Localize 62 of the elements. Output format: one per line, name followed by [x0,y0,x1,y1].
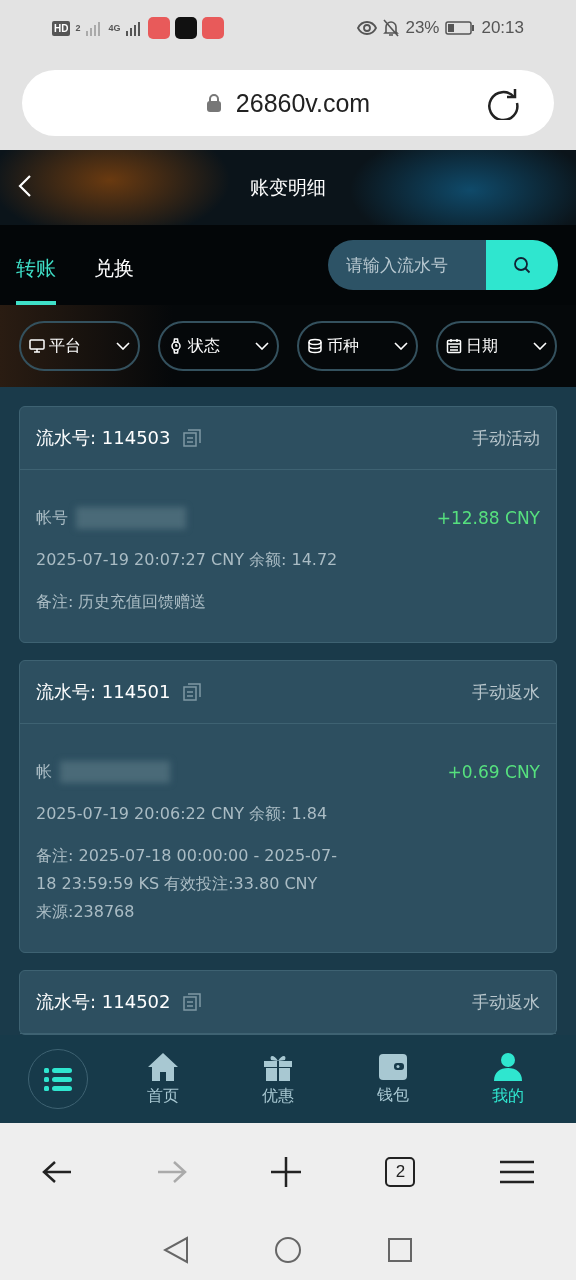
nav-item[interactable]: 我的 [468,1051,549,1107]
search-button[interactable] [486,240,558,290]
filter-dropdown[interactable]: 状态 [158,321,279,371]
account-label: 帐 [36,761,52,783]
back-icon[interactable] [42,1159,73,1184]
filter-dropdown[interactable]: 平台 [19,321,140,371]
account-label: 帐号 [36,507,68,529]
url-text: 26860v.com [235,88,371,118]
search-field[interactable]: 请输入流水号 [328,240,486,290]
home-icon [146,1051,179,1082]
transaction-type: 手动返水 [472,680,540,704]
page-title: 账变明细 [250,174,326,200]
time-balance: 2025-07-19 20:06:22 CNY 余额: 1.84 [36,803,329,825]
amount: +0.69 CNY [447,762,540,782]
watch-icon [168,338,184,354]
monitor-icon [29,338,45,354]
user-icon [493,1051,524,1082]
chevron-down-icon [394,342,408,350]
nav-item[interactable]: 优惠 [237,1051,318,1107]
serial-number: 流水号: 114503 [36,426,171,450]
filter-dropdown[interactable]: 币种 [297,321,418,371]
nav-item[interactable]: 钱包 [353,1052,434,1106]
app-icon [175,17,198,39]
source: 来源:238768 [36,901,136,923]
add-icon[interactable] [270,1156,301,1187]
clock: 20:13 [481,18,524,38]
calendar-icon [446,338,462,354]
tab[interactable]: 兑换 [94,225,134,305]
remark: 备注: 2025-07-18 00:00:00 - 2025-07-18 23:59:59 KS 有效投注:33.80 CNY [36,845,338,895]
battery-icon [445,21,476,35]
recents-icon[interactable] [387,1237,414,1263]
remark: 备注: 历史充值回馈赠送 [36,591,208,613]
hd-indicator: HD [52,20,71,36]
network-label: 4G [108,23,121,33]
chevron-down-icon [116,342,130,350]
menu-icon[interactable] [499,1159,534,1184]
back-button[interactable] [18,174,32,198]
transaction-type: 手动活动 [472,426,540,450]
filter-dropdown[interactable]: 日期 [436,321,557,371]
battery-percent: 23% [405,18,440,38]
time-balance: 2025-07-19 20:07:27 CNY 余额: 14.72 [36,549,339,571]
serial-number: 流水号: 114501 [36,680,171,704]
sim-indicator: 2 [75,23,81,33]
nav-item[interactable]: 首页 [122,1051,203,1107]
wallet-icon [378,1052,409,1081]
serial-number: 流水号: 114502 [36,990,171,1014]
coins-icon [307,338,323,354]
reload-icon[interactable] [486,86,520,120]
bell-off-icon [383,19,400,37]
transaction-type: 手动返水 [472,990,540,1014]
list-icon [43,1067,72,1091]
address-bar[interactable]: 26860v.com [22,70,554,136]
chevron-down-icon [533,342,547,350]
lock-icon [205,94,222,112]
eye-icon [357,21,378,35]
home-icon[interactable] [274,1236,302,1264]
app-icon [148,17,171,39]
app-icon [202,17,225,39]
tabs-button[interactable]: 2 [385,1156,416,1187]
search-icon [513,256,531,274]
chevron-down-icon [255,342,269,350]
amount: +12.88 CNY [436,508,540,528]
